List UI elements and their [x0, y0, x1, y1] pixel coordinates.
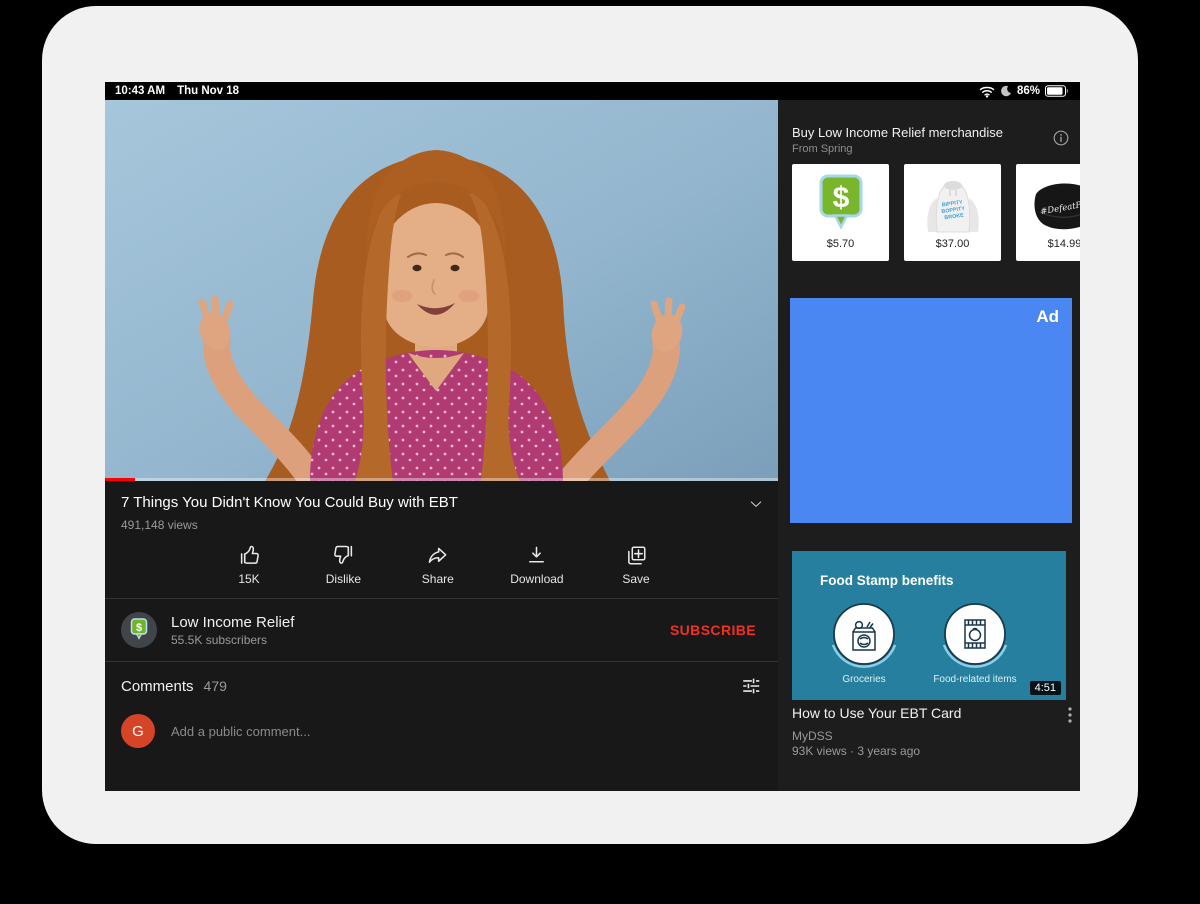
merch-item-sticker[interactable]: $ $5.70	[792, 164, 889, 261]
comments-header[interactable]: Comments 479	[105, 662, 778, 697]
video-player[interactable]	[105, 100, 778, 481]
sticker-dollar-symbol: $	[832, 182, 849, 215]
thumbs-up-icon	[238, 544, 261, 567]
merch-price: $37.00	[936, 238, 970, 250]
channel-row: $ Low Income Relief 55.5K subscribers SU…	[105, 599, 778, 661]
status-time: 10:43 AM	[115, 85, 165, 97]
save-button[interactable]: Save	[614, 544, 658, 586]
wifi-icon	[979, 85, 995, 98]
share-icon	[426, 544, 449, 567]
related-sidebar: Buy Low Income Relief merchandise From S…	[778, 100, 1080, 791]
merch-price: $5.70	[827, 238, 855, 250]
channel-avatar-symbol: $	[136, 622, 142, 634]
suggested-video-channel[interactable]: MyDSS	[792, 729, 833, 743]
video-view-count: 491,148 views	[105, 512, 778, 532]
ad-badge: Ad	[1036, 307, 1059, 327]
kebab-menu-icon[interactable]	[1064, 705, 1076, 725]
merch-item-fanny-pack[interactable]: #DefeatPov $14.99	[1016, 164, 1080, 261]
comments-title: Comments	[121, 678, 194, 695]
action-bar: 15K Dislike	[105, 532, 778, 586]
video-duration-badge: 4:51	[1030, 681, 1061, 695]
video-progress-bar[interactable]	[105, 478, 778, 481]
thumbnail-circle-label: Food-related items	[933, 674, 1016, 685]
comment-input[interactable]: Add a public comment...	[171, 724, 310, 739]
thumbnail-circle-label: Groceries	[842, 674, 885, 685]
user-avatar[interactable]: G	[121, 714, 155, 748]
battery-icon	[1045, 85, 1070, 97]
sort-comments-icon[interactable]	[740, 675, 762, 697]
video-title: 7 Things You Didn't Know You Could Buy w…	[121, 494, 458, 512]
save-to-playlist-icon	[625, 544, 648, 567]
display-ad[interactable]: Ad	[790, 298, 1072, 523]
channel-subscribers: 55.5K subscribers	[171, 633, 656, 647]
merch-price: $14.99	[1048, 238, 1080, 250]
merch-shelf: $ $5.70	[792, 164, 1080, 261]
dislike-button[interactable]: Dislike	[321, 544, 365, 586]
hoodie-image: BIPPITY BOPPITY BROKE	[913, 172, 993, 236]
dislike-label: Dislike	[326, 572, 361, 586]
info-icon[interactable]	[1053, 130, 1069, 146]
thumbnail-illustration: Food Stamp benefits	[792, 551, 1066, 700]
dollar-sticker-image: $	[805, 172, 877, 236]
comment-composer[interactable]: G Add a public comment...	[105, 697, 778, 765]
suggested-video-meta: 93K views · 3 years ago	[792, 744, 920, 758]
like-count: 15K	[238, 572, 259, 586]
page: 10:43 AM Thu Nov 18 86%	[0, 0, 1200, 904]
thumbs-down-icon	[332, 544, 355, 567]
download-button[interactable]: Download	[510, 544, 563, 586]
suggested-video-title[interactable]: How to Use Your EBT Card	[792, 705, 1064, 721]
thumbnail-heading: Food Stamp benefits	[820, 573, 954, 588]
merch-title: Buy Low Income Relief merchandise	[792, 125, 1046, 140]
status-bar: 10:43 AM Thu Nov 18 86%	[105, 82, 1080, 100]
watch-panel: 7 Things You Didn't Know You Could Buy w…	[105, 100, 778, 791]
download-label: Download	[510, 572, 563, 586]
subscribe-button[interactable]: SUBSCRIBE	[670, 622, 762, 638]
chevron-down-icon[interactable]	[748, 496, 764, 512]
do-not-disturb-moon-icon	[1000, 85, 1012, 97]
tablet-screen: 10:43 AM Thu Nov 18 86%	[105, 82, 1080, 791]
battery-percent: 86%	[1017, 85, 1040, 97]
video-progress-played	[105, 478, 135, 481]
share-button[interactable]: Share	[416, 544, 460, 586]
save-label: Save	[622, 572, 649, 586]
channel-name[interactable]: Low Income Relief	[171, 614, 656, 631]
comments-count: 479	[204, 678, 227, 694]
video-frame-illustration	[105, 100, 778, 481]
merch-subtitle: From Spring	[792, 143, 1046, 155]
suggested-video-thumbnail[interactable]: Food Stamp benefits	[792, 551, 1066, 700]
merch-header: Buy Low Income Relief merchandise From S…	[792, 125, 1046, 155]
like-button[interactable]: 15K	[227, 544, 271, 586]
channel-avatar[interactable]: $	[121, 612, 157, 648]
fanny-pack-image: #DefeatPov	[1029, 172, 1081, 236]
share-label: Share	[422, 572, 454, 586]
merch-item-hoodie[interactable]: BIPPITY BOPPITY BROKE $37.00	[904, 164, 1001, 261]
status-date: Thu Nov 18	[177, 85, 239, 97]
download-icon	[525, 544, 548, 567]
